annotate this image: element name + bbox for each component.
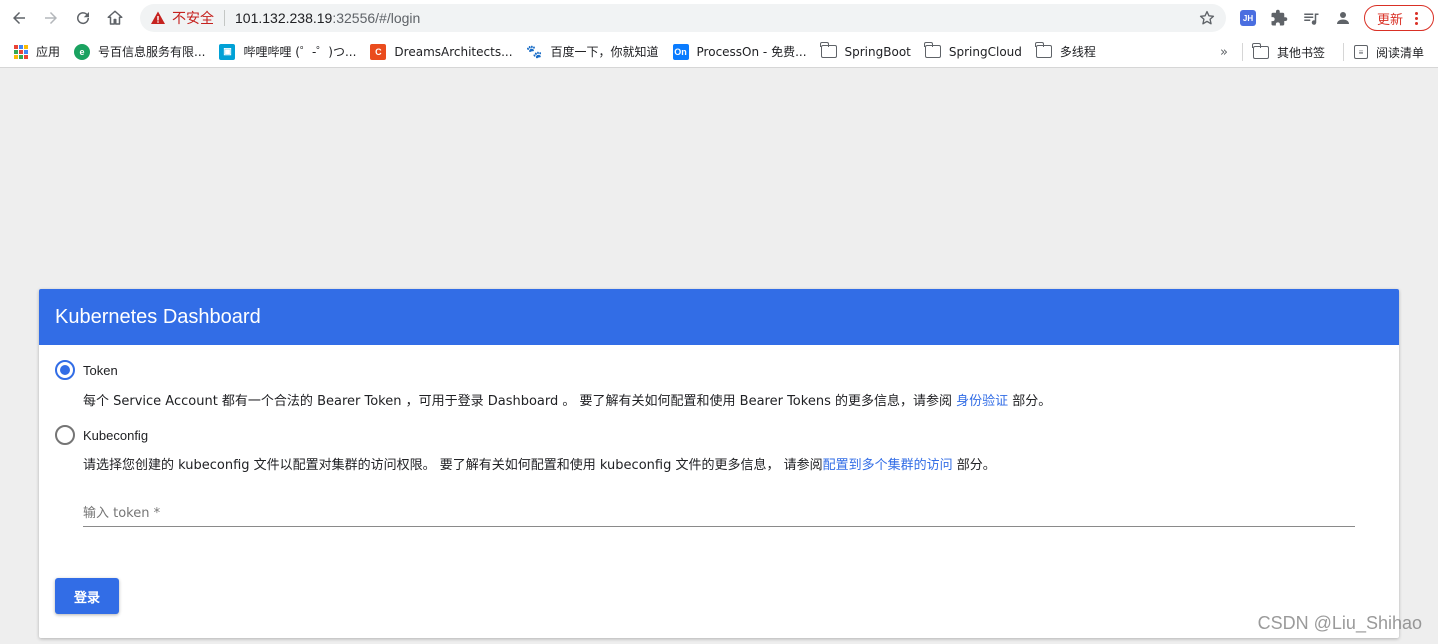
- token-label: Token: [83, 362, 118, 378]
- folder-icon: [820, 42, 837, 58]
- bookmark-folder[interactable]: 多线程: [1035, 42, 1096, 60]
- multi-cluster-docs-link[interactable]: 配置到多个集群的访问: [823, 458, 953, 473]
- browser-toolbar: 不安全 101.132.238.19 :32556/#/login JH 更新: [0, 0, 1438, 36]
- reading-list[interactable]: ≡ 阅读清单: [1353, 44, 1424, 61]
- update-button[interactable]: 更新: [1364, 5, 1434, 31]
- globe-icon: e: [74, 43, 91, 60]
- bookmarks-divider: [1241, 43, 1243, 61]
- bookmarks-divider: [1342, 43, 1344, 61]
- extensions-area: JH 更新: [1234, 0, 1434, 36]
- kubeconfig-description: 请选择您创建的 kubeconfig 文件以配置对集群的访问权限。 要了解有关如…: [83, 454, 996, 473]
- bookmark-other[interactable]: 其他书签: [1252, 42, 1325, 61]
- bookmark-folder[interactable]: SpringCloud: [924, 42, 1022, 59]
- bookmark-item[interactable]: C DreamsArchitects...: [370, 43, 513, 60]
- card-title: Kubernetes Dashboard: [39, 289, 1399, 345]
- bookmarks-right: » 其他书签 ≡ 阅读清单: [1220, 36, 1424, 68]
- bookmark-item[interactable]: On ProcessOn - 免费...: [672, 43, 807, 60]
- chevron-double-right-icon[interactable]: »: [1220, 45, 1228, 60]
- security-status[interactable]: 不安全: [172, 8, 214, 28]
- bookmark-label: 应用: [36, 45, 61, 59]
- update-label: 更新: [1377, 12, 1404, 28]
- profile-icon[interactable]: [1334, 9, 1352, 27]
- bookmark-label: 多线程: [1059, 45, 1096, 59]
- token-desc-text: 每个 Service Account 都有一个合法的 Bearer Token …: [83, 394, 957, 409]
- bookmark-label: ProcessOn - 免费...: [696, 45, 807, 59]
- jh-extension-icon[interactable]: JH: [1240, 10, 1256, 26]
- kubeconfig-desc-text: 请选择您创建的 kubeconfig 文件以配置对集群的访问权限。 要了解有关如…: [83, 458, 823, 473]
- address-bar[interactable]: 不安全 101.132.238.19 :32556/#/login: [140, 4, 1226, 32]
- url-host: 101.132.238.19: [235, 10, 333, 26]
- watermark: CSDN @Liu_Shihao: [1257, 613, 1422, 633]
- home-icon[interactable]: [102, 5, 128, 31]
- bookmark-star-icon[interactable]: [1198, 9, 1216, 27]
- puzzle-extensions-icon[interactable]: [1270, 9, 1288, 27]
- baidu-paw-icon: 🐾: [526, 43, 543, 59]
- bookmark-item[interactable]: e 号百信息服务有限...: [74, 43, 205, 60]
- warning-icon: [150, 10, 166, 26]
- omnibox-divider: [224, 10, 225, 26]
- kubeconfig-desc-suffix: 部分。: [952, 458, 996, 473]
- back-icon[interactable]: [6, 5, 32, 31]
- kubeconfig-option[interactable]: Kubeconfig: [55, 425, 148, 445]
- token-desc-suffix: 部分。: [1008, 394, 1052, 409]
- forward-icon[interactable]: [38, 5, 64, 31]
- folder-icon: [1252, 42, 1269, 59]
- bookmark-label: DreamsArchitects...: [394, 44, 513, 59]
- url-path: :32556/#/login: [332, 10, 421, 26]
- token-option[interactable]: Token: [55, 360, 118, 380]
- kubeconfig-radio[interactable]: [55, 425, 75, 445]
- more-options-icon: [1415, 11, 1419, 25]
- bookmark-folder[interactable]: SpringBoot: [820, 42, 911, 59]
- bookmark-apps[interactable]: 应用: [14, 43, 60, 60]
- processon-icon: On: [672, 43, 689, 60]
- bookmarks-bar: 应用 e 号百信息服务有限... ▣ 哔哩哔哩 (゜-゜)つ... C Drea…: [0, 36, 1438, 68]
- token-description: 每个 Service Account 都有一个合法的 Bearer Token …: [83, 390, 1051, 409]
- apps-grid-icon: [14, 44, 28, 59]
- bookmark-item[interactable]: 🐾 百度一下，你就知道: [526, 43, 659, 60]
- bookmark-label: 阅读清单: [1375, 45, 1424, 60]
- login-button[interactable]: 登录: [55, 578, 119, 614]
- media-queue-icon[interactable]: [1302, 9, 1320, 27]
- folder-icon: [924, 42, 941, 58]
- reading-list-icon: ≡: [1353, 45, 1368, 59]
- bilibili-icon: ▣: [219, 43, 236, 60]
- bookmark-label: SpringBoot: [844, 44, 911, 59]
- bookmark-label: 号百信息服务有限...: [98, 45, 206, 59]
- reload-icon[interactable]: [70, 5, 96, 31]
- bookmark-label: 其他书签: [1276, 45, 1325, 60]
- kubeconfig-label: Kubeconfig: [83, 427, 149, 443]
- token-input[interactable]: [83, 501, 1355, 527]
- token-radio[interactable]: [55, 360, 75, 380]
- folder-icon: [1035, 42, 1052, 58]
- bookmark-label: 百度一下，你就知道: [550, 45, 659, 59]
- bookmark-item[interactable]: ▣ 哔哩哔哩 (゜-゜)つ...: [219, 43, 356, 60]
- c-icon: C: [370, 43, 387, 60]
- auth-docs-link[interactable]: 身份验证: [956, 394, 1008, 409]
- bookmark-label: 哔哩哔哩 (゜-゜)つ...: [243, 45, 357, 59]
- bookmark-label: SpringCloud: [948, 44, 1022, 59]
- login-card: Kubernetes Dashboard Token 每个 Service Ac…: [39, 289, 1399, 638]
